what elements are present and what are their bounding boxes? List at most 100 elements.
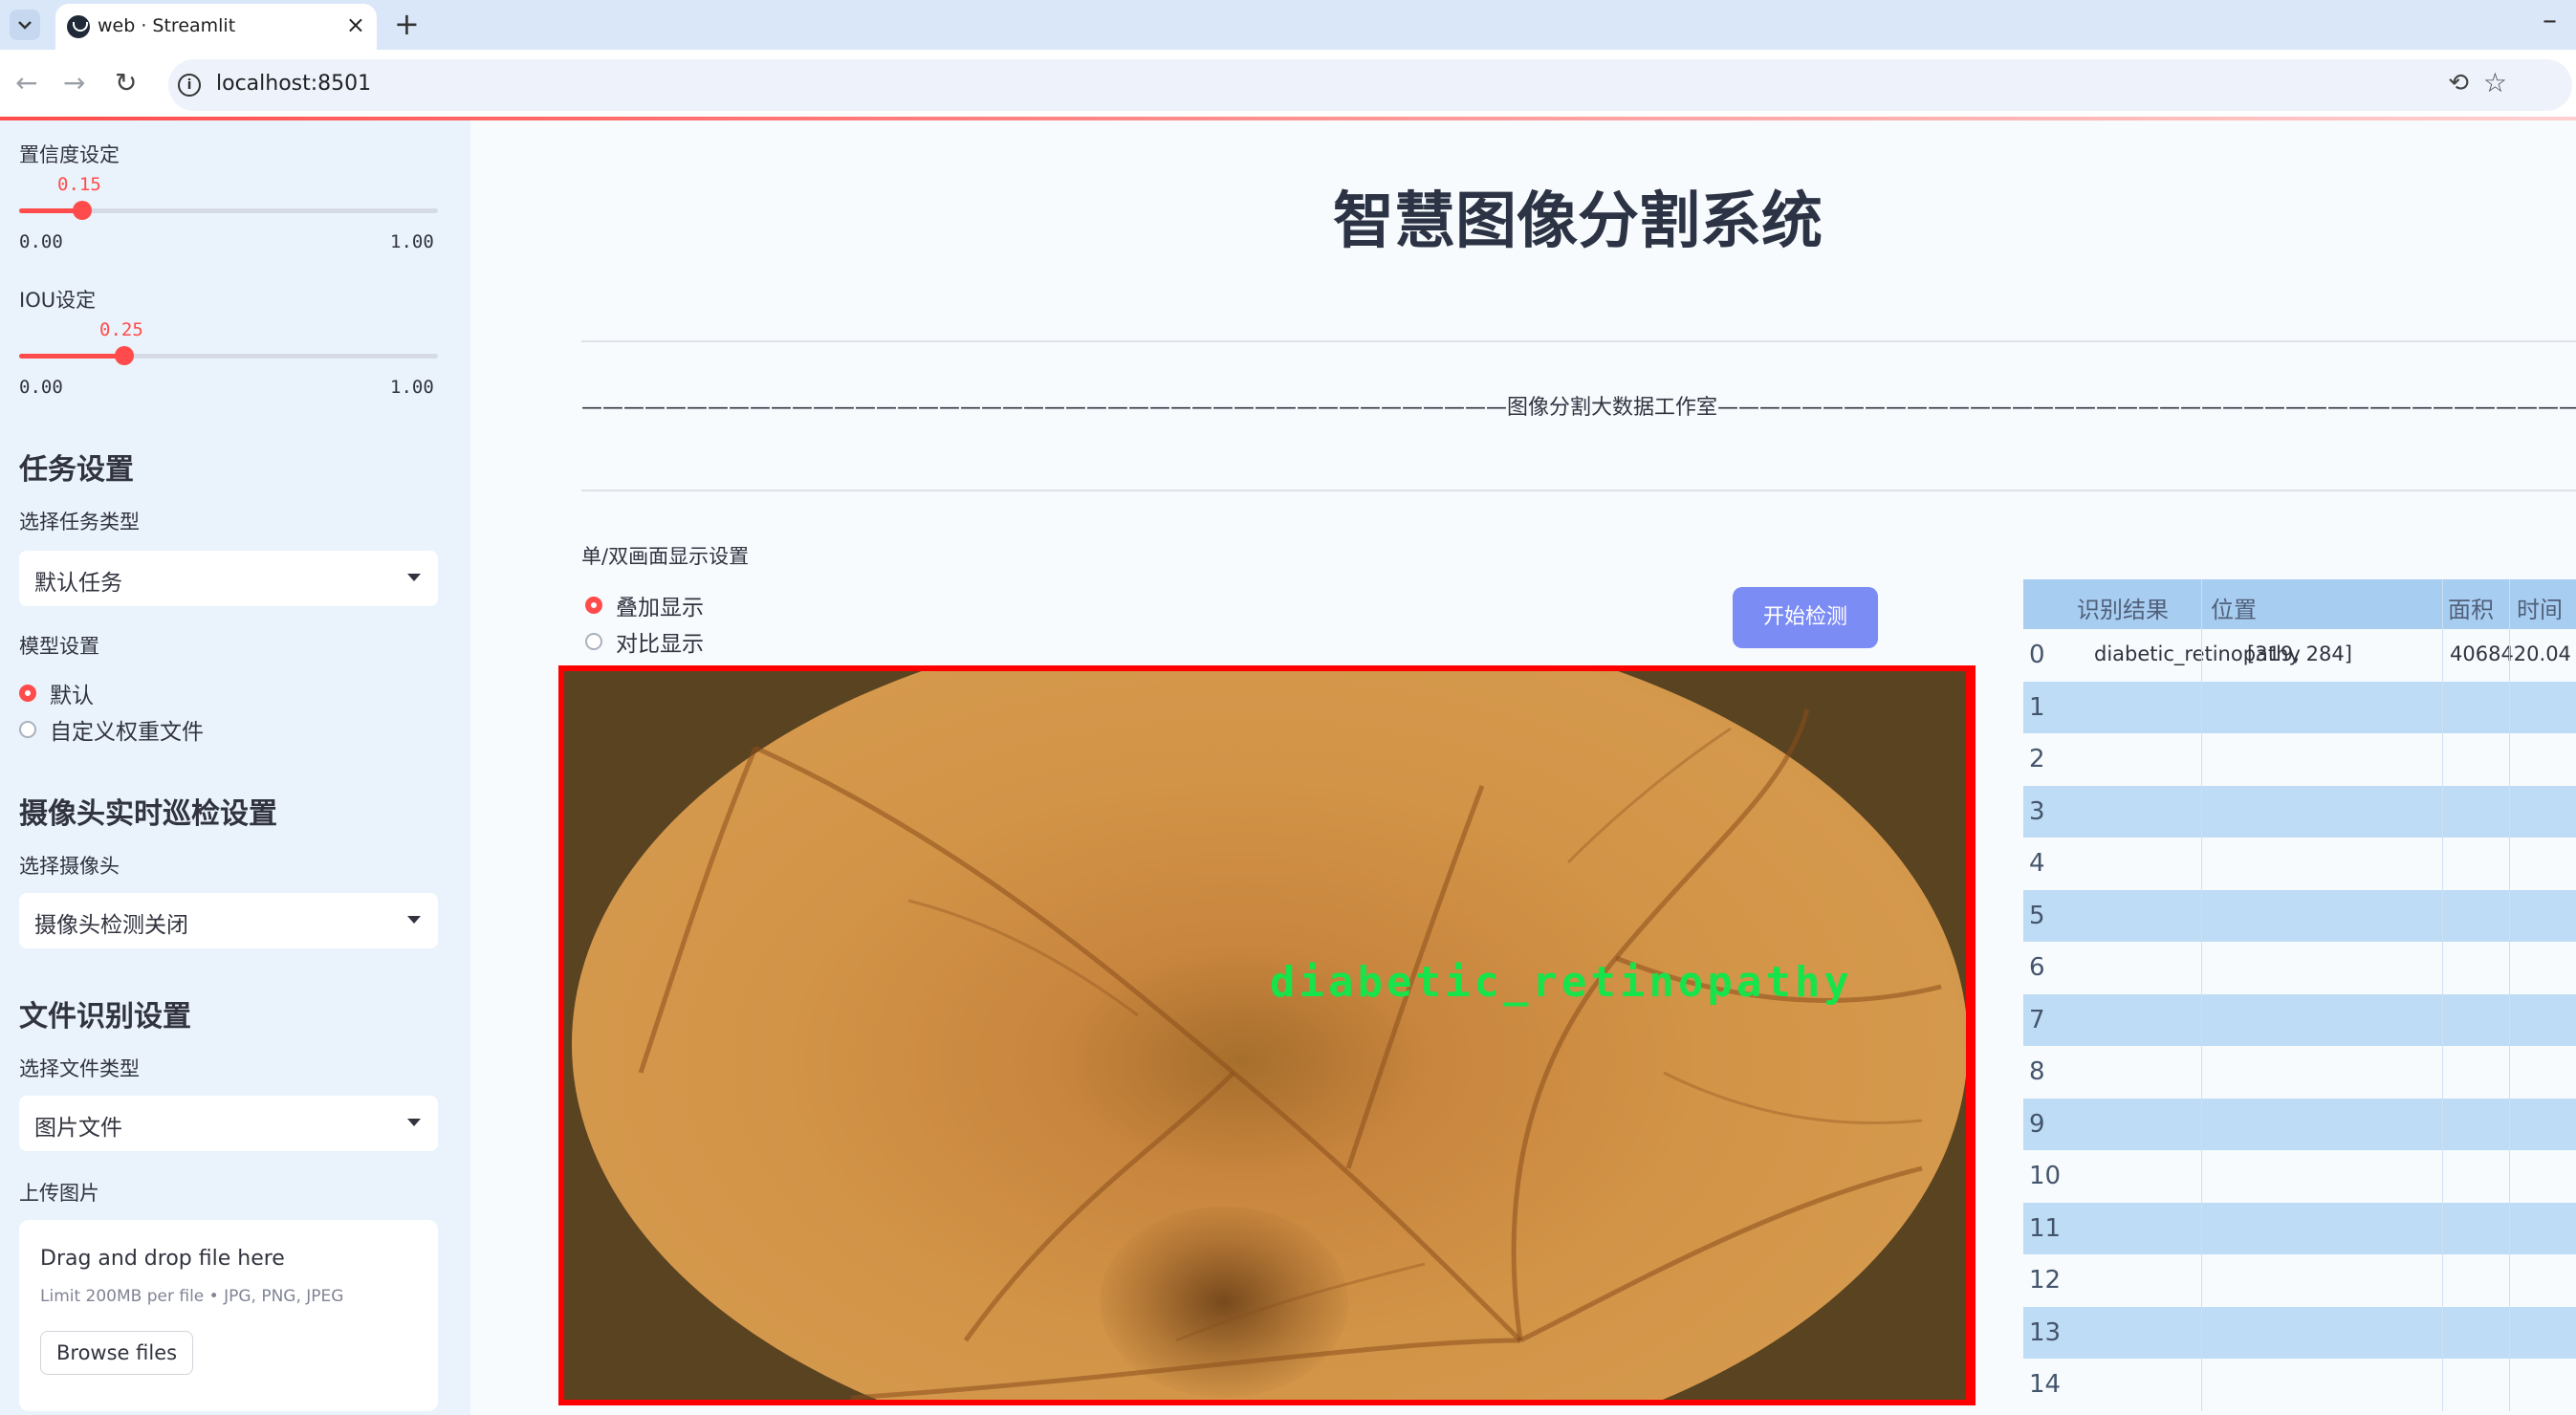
model-option-label: 自定义权重文件	[50, 720, 204, 745]
table-row[interactable]: 2	[2023, 733, 2576, 785]
model-settings-label: 模型设置	[19, 635, 99, 658]
back-arrow-icon[interactable]: ←	[15, 67, 37, 98]
model-option-custom[interactable]: 自定义权重文件	[19, 713, 204, 746]
iou-slider-thumb[interactable]	[114, 346, 134, 365]
studio-banner: ————————————————————————————————————————…	[581, 396, 2576, 420]
file-type-label: 选择文件类型	[19, 1057, 140, 1080]
iou-value: 0.25	[99, 319, 143, 340]
row-index: 14	[2029, 1370, 2062, 1399]
display-option-overlay[interactable]: 叠加显示	[585, 589, 704, 621]
minimize-window-button[interactable]: –	[2543, 4, 2557, 37]
row-index: 0	[2029, 641, 2045, 669]
display-option-label: 对比显示	[616, 632, 704, 657]
table-row[interactable]: 9	[2023, 1098, 2576, 1150]
tab-title: web · Streamlit	[98, 15, 236, 36]
cell-position: [319, 284]	[2247, 642, 2352, 665]
divider	[581, 490, 2576, 491]
detection-result-image-frame: diabetic_retinopathy	[558, 665, 1976, 1405]
table-row[interactable]: 7	[2023, 993, 2576, 1046]
table-row[interactable]: 1	[2023, 681, 2576, 733]
browser-tab[interactable]: web · Streamlit ×	[55, 4, 377, 50]
column-header-time[interactable]: 时间	[2517, 591, 2563, 624]
row-index: 13	[2029, 1317, 2062, 1347]
row-index: 12	[2029, 1266, 2062, 1295]
file-type-select[interactable]: 图片文件	[19, 1096, 438, 1151]
radio-unselected-icon	[19, 721, 36, 738]
radio-selected-icon	[585, 597, 602, 614]
url-text: localhost:8501	[216, 72, 372, 96]
uploader-limit: Limit 200MB per file • JPG, PNG, JPEG	[40, 1287, 344, 1306]
table-row[interactable]: 11	[2023, 1202, 2576, 1254]
column-header-result[interactable]: 识别结果	[2077, 591, 2169, 624]
translate-icon[interactable]: ⟲	[2448, 69, 2469, 98]
sidebar: 置信度设定 0.15 0.00 1.00 IOU设定 0.25 0.00 1.0…	[0, 120, 470, 1415]
detection-result-image: diabetic_retinopathy	[564, 671, 1966, 1400]
table-row[interactable]: 6	[2023, 942, 2576, 993]
chevron-down-icon	[18, 21, 32, 30]
retina-vessels	[638, 708, 1942, 1400]
display-option-compare[interactable]: 对比显示	[585, 625, 704, 658]
row-index: 7	[2029, 1005, 2045, 1034]
url-field[interactable]: i localhost:8501 ⟲ ☆	[168, 59, 2572, 111]
table-row[interactable]: 12	[2023, 1254, 2576, 1306]
model-option-default[interactable]: 默认	[19, 677, 94, 709]
iou-slider[interactable]	[19, 346, 438, 365]
row-index: 4	[2029, 849, 2045, 878]
task-type-label: 选择任务类型	[19, 511, 140, 533]
upload-image-label: 上传图片	[19, 1182, 99, 1205]
column-divider	[2509, 579, 2510, 1411]
table-row[interactable]: 3	[2023, 785, 2576, 838]
file-type-value: 图片文件	[34, 1116, 122, 1141]
dropdown-arrow-icon	[407, 574, 421, 581]
browse-files-button[interactable]: Browse files	[40, 1331, 194, 1375]
page-title: 智慧图像分割系统	[1333, 186, 1823, 257]
camera-select[interactable]: 摄像头检测关闭	[19, 893, 438, 948]
detection-class-label: diabetic_retinopathy	[1270, 958, 1853, 1007]
tab-search-button[interactable]	[10, 10, 40, 40]
iou-max: 1.00	[390, 377, 434, 398]
column-header-position[interactable]: 位置	[2211, 591, 2257, 624]
radio-unselected-icon	[585, 633, 602, 650]
iou-min: 0.00	[19, 377, 63, 398]
confidence-label: 置信度设定	[19, 143, 120, 166]
file-settings-heading: 文件识别设置	[19, 1000, 191, 1034]
new-tab-button[interactable]: +	[394, 6, 420, 42]
row-index: 6	[2029, 953, 2045, 982]
table-row[interactable]: 14	[2023, 1359, 2576, 1410]
table-row[interactable]: 4	[2023, 838, 2576, 889]
task-type-select[interactable]: 默认任务	[19, 551, 438, 606]
table-row[interactable]: 13	[2023, 1306, 2576, 1359]
task-settings-heading: 任务设置	[19, 453, 134, 487]
task-type-value: 默认任务	[34, 571, 122, 596]
camera-select-value: 摄像头检测关闭	[34, 913, 188, 938]
table-header: 识别结果 位置 面积 时间	[2023, 579, 2576, 629]
bookmark-star-icon[interactable]: ☆	[2483, 67, 2507, 98]
address-bar: ← → ↻ i localhost:8501 ⟲ ☆	[0, 50, 2576, 120]
dropdown-arrow-icon	[407, 1119, 421, 1126]
uploader-title: Drag and drop file here	[40, 1247, 285, 1271]
forward-arrow-icon[interactable]: →	[63, 67, 85, 98]
reload-icon[interactable]: ↻	[115, 67, 137, 98]
row-index: 8	[2029, 1057, 2045, 1086]
column-divider	[2201, 579, 2202, 1411]
site-info-icon[interactable]: i	[178, 74, 201, 97]
row-index: 11	[2029, 1213, 2062, 1243]
camera-select-label: 选择摄像头	[19, 855, 120, 878]
table-row[interactable]: 10	[2023, 1150, 2576, 1202]
display-mode-label: 单/双画面显示设置	[581, 545, 750, 568]
table-row[interactable]: 8	[2023, 1046, 2576, 1098]
row-index: 9	[2029, 1109, 2045, 1139]
table-row[interactable]: 0 diabetic_retinopathy [319, 284] 4068420.0…	[2023, 629, 2576, 681]
camera-settings-heading: 摄像头实时巡检设置	[19, 797, 277, 831]
cell-area: 4068420.04	[2450, 642, 2571, 665]
display-option-label: 叠加显示	[616, 596, 704, 620]
divider	[581, 340, 2576, 342]
start-detection-button[interactable]: 开始检测	[1733, 587, 1878, 648]
column-divider	[2442, 579, 2443, 1411]
close-tab-icon[interactable]: ×	[346, 11, 365, 38]
table-row[interactable]: 5	[2023, 889, 2576, 942]
dropdown-arrow-icon	[407, 916, 421, 924]
column-header-area[interactable]: 面积	[2448, 591, 2494, 624]
file-uploader-dropzone[interactable]: Drag and drop file here Limit 200MB per …	[19, 1220, 438, 1411]
row-index: 3	[2029, 796, 2045, 826]
